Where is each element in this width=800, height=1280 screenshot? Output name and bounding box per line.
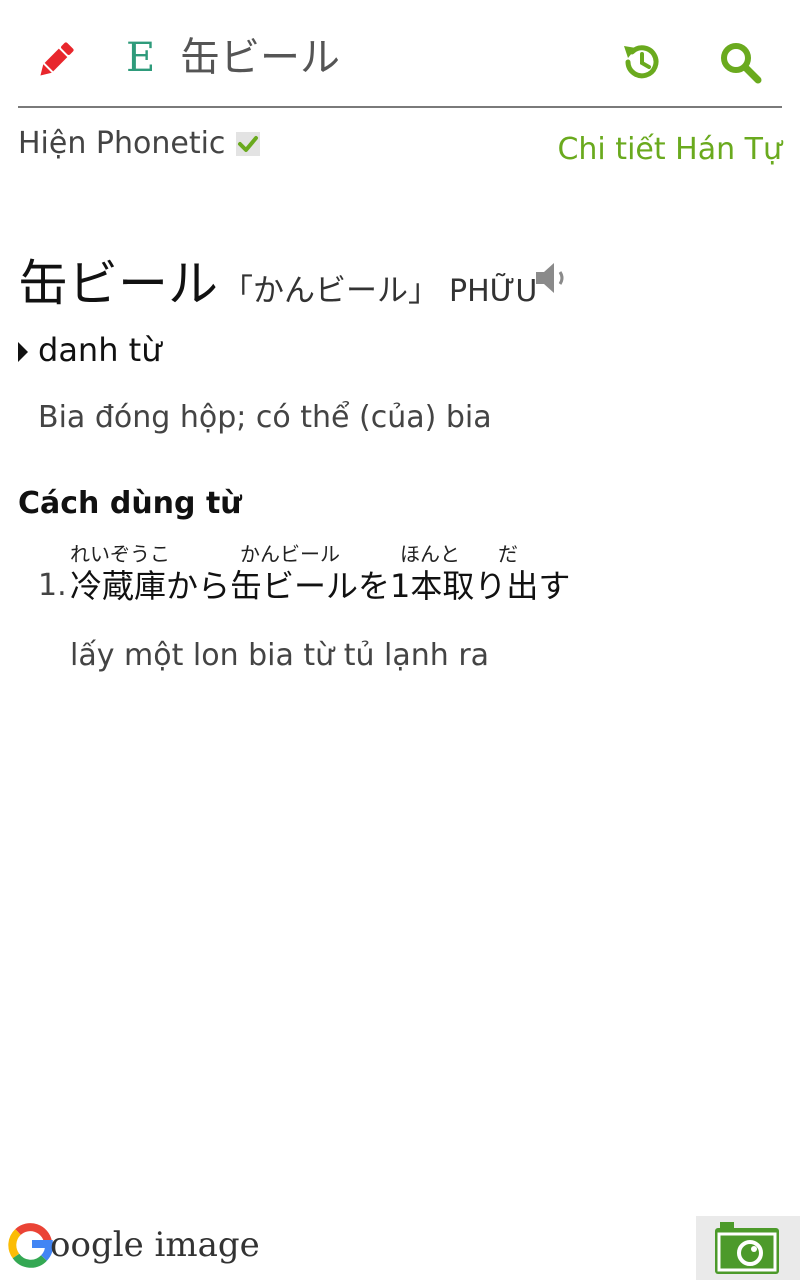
checkmark-icon bbox=[238, 136, 258, 152]
search-icon[interactable] bbox=[718, 40, 762, 84]
google-g-icon bbox=[8, 1223, 54, 1268]
part-of-speech-label: danh từ bbox=[38, 331, 162, 369]
headword-row: 缶ビール 「かんビール」 PHỮU bbox=[18, 244, 538, 313]
headword: 缶ビール bbox=[18, 255, 218, 313]
header-divider bbox=[18, 106, 782, 108]
furigana: れいぞうこ bbox=[70, 542, 170, 566]
pencil-icon[interactable] bbox=[34, 38, 78, 82]
search-term: 缶ビール bbox=[180, 35, 340, 81]
furigana: だ bbox=[498, 542, 518, 566]
top-bar: E 缶ビール bbox=[0, 0, 800, 108]
speaker-icon[interactable] bbox=[534, 260, 570, 296]
example-number: 1. bbox=[38, 568, 67, 603]
furigana: ほんと bbox=[400, 542, 460, 566]
meaning-text: Bia đóng hộp; có thể (của) bia bbox=[38, 400, 492, 435]
example-japanese: 冷蔵庫から缶ビールを1本取り出す bbox=[70, 567, 571, 605]
han-tu-detail-link[interactable]: Chi tiết Hán Tự bbox=[557, 130, 782, 170]
camera-icon bbox=[715, 1222, 779, 1274]
example-translation: lấy một lon bia từ tủ lạnh ra bbox=[70, 638, 490, 673]
phonetic-label: Hiện Phonetic bbox=[18, 126, 226, 161]
reading: 「かんビール」 bbox=[222, 273, 439, 309]
usage-title: Cách dùng từ bbox=[18, 486, 242, 521]
expand-triangle-icon bbox=[18, 342, 28, 362]
phonetic-checkbox[interactable] bbox=[236, 132, 260, 156]
part-of-speech[interactable]: danh từ bbox=[18, 330, 161, 370]
camera-button[interactable] bbox=[696, 1216, 800, 1280]
google-image-label: oogle image bbox=[50, 1225, 260, 1265]
entry-type-mark: E bbox=[126, 35, 156, 81]
history-icon[interactable] bbox=[620, 40, 664, 84]
hanviet-reading: PHỮU bbox=[449, 274, 538, 309]
google-image-button[interactable]: oogle image bbox=[8, 1222, 260, 1274]
furigana: かんビール bbox=[240, 542, 340, 566]
